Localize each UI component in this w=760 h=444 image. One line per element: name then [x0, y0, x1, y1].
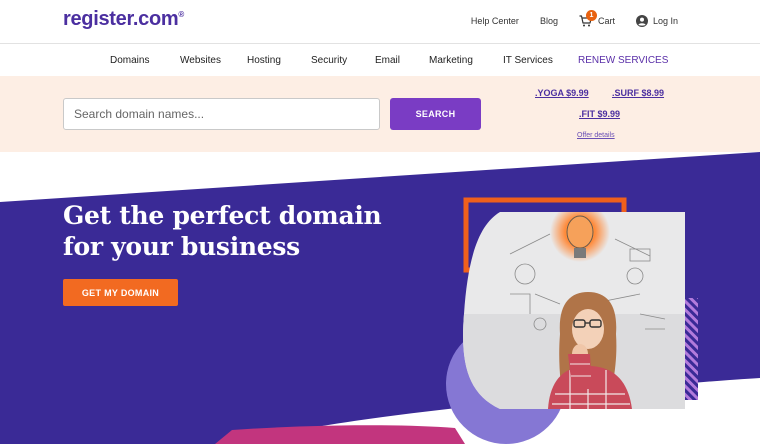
- nav-domains[interactable]: Domains: [110, 55, 149, 66]
- promo-surf-link[interactable]: .SURF $8.99: [612, 88, 664, 98]
- blog-link[interactable]: Blog: [540, 16, 558, 26]
- cart-icon: 1: [579, 10, 597, 27]
- get-my-domain-button[interactable]: GET MY DOMAIN: [63, 279, 178, 306]
- search-button[interactable]: SEARCH: [390, 98, 481, 130]
- logo[interactable]: register.com®: [63, 8, 184, 31]
- logo-text: register.com: [63, 8, 179, 30]
- offer-details-link[interactable]: Offer details: [577, 132, 615, 139]
- domain-search-input[interactable]: [63, 98, 380, 130]
- nav-renew-services[interactable]: RENEW SERVICES: [578, 55, 668, 66]
- hero-illustration: [446, 197, 698, 444]
- nav-security[interactable]: Security: [311, 55, 347, 66]
- cart-count-badge: 1: [585, 10, 597, 21]
- nav-it-services[interactable]: IT Services: [503, 55, 553, 66]
- hero-headline-line-2: for your business: [63, 232, 300, 261]
- nav-websites[interactable]: Websites: [180, 55, 221, 66]
- page: register.com® Help Center Blog 1 Cart Lo…: [0, 0, 760, 444]
- promo-fit-link[interactable]: .FIT $9.99: [579, 109, 620, 119]
- logo-registered-mark: ®: [178, 10, 184, 19]
- hero-section: Get the perfect domain for your business…: [0, 152, 760, 444]
- promo-yoga-link[interactable]: .YOGA $9.99: [535, 88, 589, 98]
- nav-marketing[interactable]: Marketing: [429, 55, 473, 66]
- hero-headline-line-1: Get the perfect domain: [63, 201, 382, 230]
- domain-search-section: SEARCH .YOGA $9.99 .SURF $8.99 .FIT $9.9…: [0, 76, 760, 152]
- hero-headline: Get the perfect domain for your business: [63, 200, 423, 262]
- nav-email[interactable]: Email: [375, 55, 400, 66]
- cart-link[interactable]: 1 Cart: [579, 10, 615, 27]
- top-header: register.com® Help Center Blog 1 Cart Lo…: [0, 0, 760, 44]
- cart-label: Cart: [597, 16, 615, 26]
- login-label: Log In: [652, 16, 678, 26]
- nav-hosting[interactable]: Hosting: [247, 55, 281, 66]
- utility-links: Help Center Blog 1 Cart Log In: [450, 10, 678, 27]
- help-center-link[interactable]: Help Center: [471, 16, 519, 26]
- main-nav: Domains Websites Hosting Security Email …: [0, 45, 760, 76]
- login-link[interactable]: Log In: [635, 15, 678, 27]
- user-icon: [635, 15, 648, 27]
